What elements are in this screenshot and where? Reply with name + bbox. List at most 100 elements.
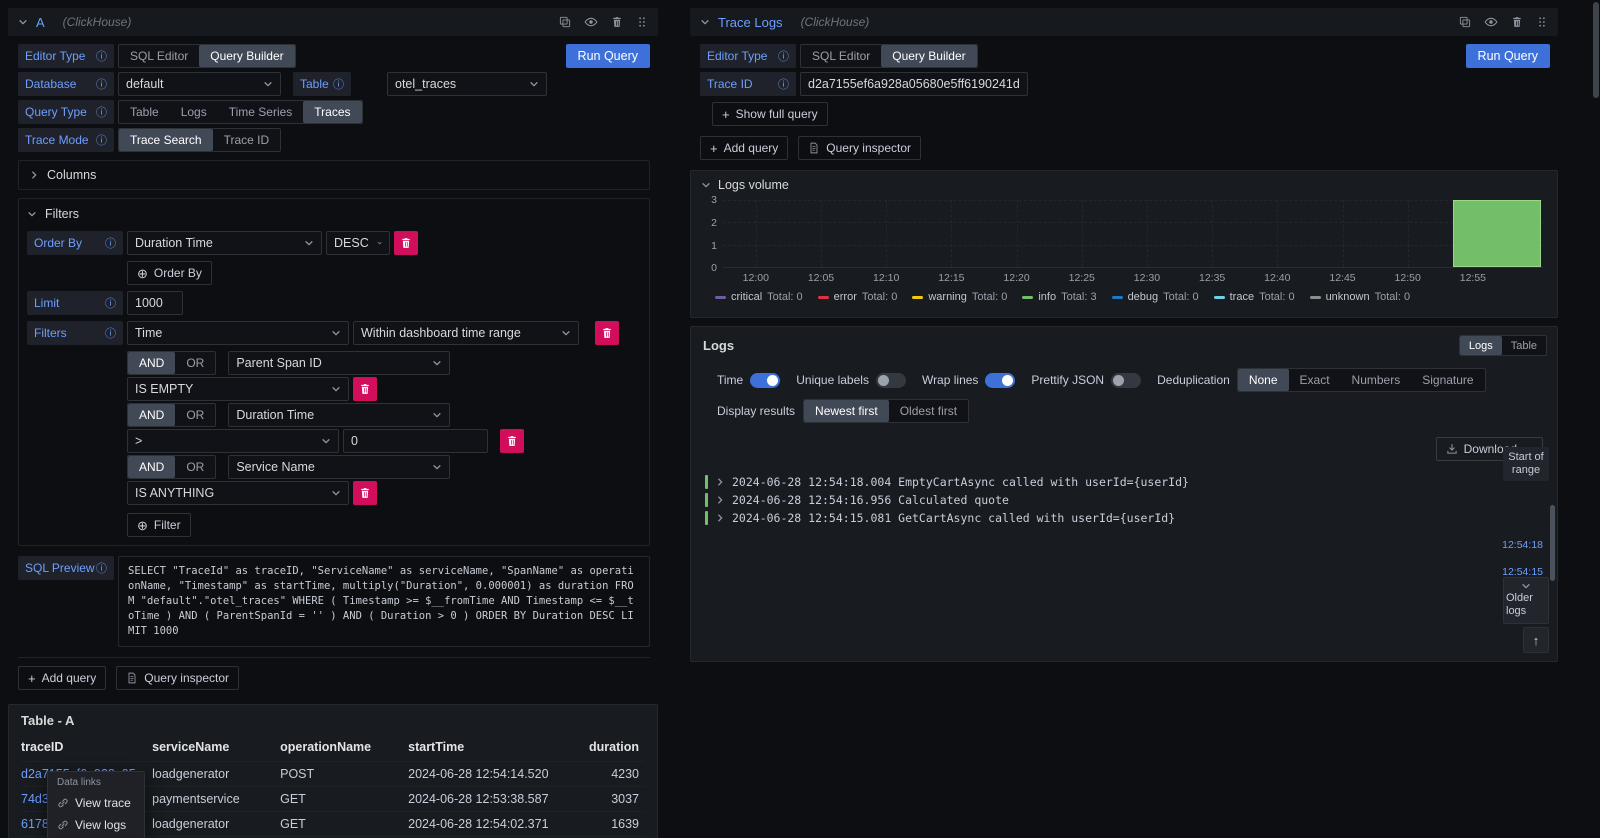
query-refid[interactable]: Trace Logs [718, 15, 783, 30]
filter-time-field-select[interactable]: Time [127, 321, 349, 345]
query-inspector-button[interactable]: Query inspector [116, 666, 239, 690]
sql-editor-option[interactable]: SQL Editor [801, 45, 881, 67]
or-option[interactable]: OR [175, 404, 215, 426]
order-by-field-select[interactable]: Duration Time [127, 231, 322, 255]
order-direction-select[interactable]: DESC [326, 231, 390, 255]
remove-parent-span-filter-button[interactable] [353, 377, 377, 401]
panel-title[interactable]: Table - A [21, 711, 645, 736]
unique-labels-toggle[interactable] [876, 373, 906, 388]
info-icon[interactable]: ⓘ [778, 48, 789, 64]
duplicate-query-icon[interactable] [559, 16, 571, 28]
query-builder-option[interactable]: Query Builder [881, 45, 976, 67]
query-builder-option[interactable]: Query Builder [199, 45, 294, 67]
remove-query-icon[interactable] [611, 16, 623, 28]
add-query-button[interactable]: + Add query [18, 666, 106, 690]
dedup-numbers-option[interactable]: Numbers [1341, 369, 1412, 391]
older-logs-button[interactable]: Older logs [1503, 577, 1549, 624]
legend-item-error[interactable]: errorTotal: 0 [818, 291, 898, 303]
drag-handle-icon[interactable] [1536, 16, 1548, 28]
info-icon[interactable]: ⓘ [96, 48, 107, 64]
view-trace-menu-item[interactable]: View trace [48, 792, 144, 814]
hide-response-icon[interactable] [1484, 15, 1498, 29]
filters-section-toggle[interactable]: Filters [27, 207, 641, 221]
dedup-signature-option[interactable]: Signature [1411, 369, 1484, 391]
legend-item-critical[interactable]: criticalTotal: 0 [715, 291, 803, 303]
table-select[interactable]: otel_traces [387, 72, 547, 96]
legend-item-debug[interactable]: debugTotal: 0 [1112, 291, 1199, 303]
info-icon[interactable]: ⓘ [105, 295, 116, 311]
add-order-by-button[interactable]: ⊕ Order By [127, 261, 212, 285]
oldest-first-option[interactable]: Oldest first [889, 400, 968, 422]
info-icon[interactable]: ⓘ [333, 76, 344, 92]
query-type-timeseries[interactable]: Time Series [218, 101, 304, 123]
remove-duration-filter-button[interactable] [500, 429, 524, 453]
filter-field-select[interactable]: Parent Span ID [228, 351, 450, 375]
range-timestamp[interactable]: 12:54:18 [1502, 539, 1543, 551]
legend-item-unknown[interactable]: unknownTotal: 0 [1310, 291, 1411, 303]
column-header[interactable]: operationName [280, 736, 408, 762]
filter-operator-select[interactable]: IS ANYTHING [127, 481, 349, 505]
remove-query-icon[interactable] [1511, 16, 1523, 28]
remove-time-filter-button[interactable] [595, 321, 619, 345]
sql-editor-option[interactable]: SQL Editor [119, 45, 199, 67]
filter-value-input[interactable] [343, 429, 488, 453]
database-select[interactable]: default [118, 72, 281, 96]
log-row[interactable]: 2024-06-28 12:54:18.004 EmptyCartAsync c… [705, 473, 1493, 491]
info-icon[interactable]: ⓘ [778, 76, 789, 92]
collapse-chevron-icon[interactable] [18, 17, 28, 27]
or-option[interactable]: OR [175, 352, 215, 374]
trace-id-input[interactable] [800, 72, 1028, 96]
columns-section-toggle[interactable]: Columns [18, 160, 650, 190]
and-option[interactable]: AND [128, 352, 175, 374]
info-icon[interactable]: ⓘ [96, 132, 107, 148]
add-filter-button[interactable]: ⊕ Filter [127, 513, 191, 537]
info-icon[interactable]: ⓘ [96, 76, 107, 92]
expand-chevron-icon[interactable] [715, 495, 725, 505]
filter-time-range-select[interactable]: Within dashboard time range [353, 321, 579, 345]
legend-item-trace[interactable]: traceTotal: 0 [1214, 291, 1295, 303]
query-type-traces[interactable]: Traces [303, 101, 361, 123]
show-full-query-button[interactable]: + Show full query [712, 102, 828, 126]
expand-chevron-icon[interactable] [715, 477, 725, 487]
log-row[interactable]: 2024-06-28 12:54:15.081 GetCartAsync cal… [705, 509, 1493, 527]
remove-service-name-filter-button[interactable] [353, 481, 377, 505]
remove-order-by-button[interactable] [394, 231, 418, 255]
panel-title[interactable]: Logs [703, 338, 734, 353]
and-option[interactable]: AND [128, 404, 175, 426]
drag-handle-icon[interactable] [636, 16, 648, 28]
wrap-lines-toggle[interactable] [985, 373, 1015, 388]
column-header[interactable]: startTime [408, 736, 575, 762]
limit-input[interactable] [127, 291, 183, 315]
or-option[interactable]: OR [175, 456, 215, 478]
filter-operator-select[interactable]: IS EMPTY [127, 377, 349, 401]
legend-item-info[interactable]: infoTotal: 3 [1022, 291, 1096, 303]
table-view-option[interactable]: Table [1502, 336, 1546, 355]
filter-operator-select[interactable]: > [127, 429, 339, 453]
trace-search-option[interactable]: Trace Search [119, 129, 213, 151]
info-icon[interactable]: ⓘ [96, 104, 107, 120]
query-refid[interactable]: A [36, 15, 45, 30]
query-type-logs[interactable]: Logs [170, 101, 218, 123]
add-query-button[interactable]: + Add query [700, 136, 788, 160]
query-inspector-button[interactable]: Query inspector [798, 136, 921, 160]
page-scrollbar-thumb[interactable] [1593, 2, 1599, 98]
info-icon[interactable]: ⓘ [105, 325, 116, 341]
scroll-to-top-button[interactable]: ↑ [1523, 627, 1549, 653]
info-icon[interactable]: ⓘ [96, 560, 107, 576]
trace-id-option[interactable]: Trace ID [213, 129, 281, 151]
expand-chevron-icon[interactable] [715, 513, 725, 523]
view-logs-menu-item[interactable]: View logs [48, 814, 144, 836]
logs-volume-header[interactable]: Logs volume [701, 178, 1547, 192]
filter-field-select[interactable]: Duration Time [228, 403, 450, 427]
filter-field-select[interactable]: Service Name [228, 455, 450, 479]
time-toggle[interactable] [750, 373, 780, 388]
dedup-exact-option[interactable]: Exact [1289, 369, 1341, 391]
column-header[interactable]: duration [575, 736, 645, 762]
info-icon[interactable]: ⓘ [105, 235, 116, 251]
hide-response-icon[interactable] [584, 15, 598, 29]
log-scrollbar-thumb[interactable] [1550, 505, 1555, 581]
run-query-button[interactable]: Run Query [566, 44, 650, 68]
duplicate-query-icon[interactable] [1459, 16, 1471, 28]
dedup-none-option[interactable]: None [1238, 369, 1289, 391]
column-header[interactable]: serviceName [152, 736, 280, 762]
